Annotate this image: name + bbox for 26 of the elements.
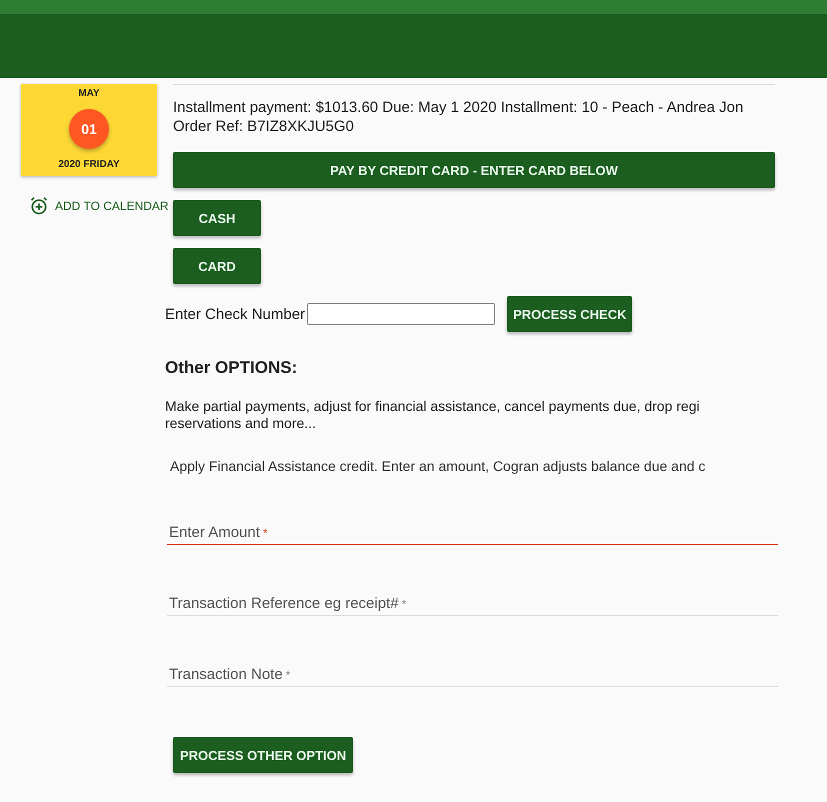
- text-field[interactable]: Transaction Note *: [167, 666, 778, 687]
- payment-method-button[interactable]: CARD: [173, 248, 261, 284]
- pay-by-credit-card-button[interactable]: PAY BY CREDIT CARD - ENTER CARD BELOW: [173, 152, 775, 188]
- installment-text: Installment payment: $1013.60 Due: May 1 2020 Installment: 10 - Peach - Andrea Jon: [173, 98, 744, 117]
- month-label: MAY: [78, 88, 100, 99]
- text-field[interactable]: Transaction Reference eg receipt# *: [167, 595, 778, 616]
- field-placeholder: Enter Amount: [169, 524, 260, 541]
- add-to-calendar-link[interactable]: ADD TO CALENDAR: [29, 196, 173, 216]
- alarm-plus-icon: [29, 196, 49, 216]
- check-number-label: Enter Check Number: [165, 304, 306, 324]
- field-placeholder: Transaction Note: [169, 666, 283, 683]
- required-asterisk: *: [402, 597, 406, 611]
- payment-method-button[interactable]: CASH: [173, 200, 261, 236]
- process-check-button[interactable]: PROCESS CHECK: [507, 296, 632, 332]
- option-description: Apply Financial Assistance credit. Enter an amount, Cogran adjusts balance due and c: [170, 458, 706, 474]
- other-options-heading: Other OPTIONS:: [165, 358, 298, 378]
- required-asterisk: *: [262, 526, 268, 540]
- process-other-option-button[interactable]: PROCESS OTHER OPTION: [173, 737, 354, 773]
- day-badge: 01: [69, 109, 109, 149]
- text-field[interactable]: Enter Amount *: [167, 524, 778, 545]
- check-number-field[interactable]: [307, 303, 496, 325]
- other-options-description: Make partial payments, adjust for financial assistance, cancel payments due, drop regi reservations and more...: [165, 398, 701, 432]
- order-ref-text: Order Ref: B7IZ8XKJU5G0: [173, 117, 355, 136]
- field-placeholder: Transaction Reference eg receipt#: [169, 595, 399, 612]
- required-asterisk: *: [286, 668, 290, 682]
- year-weekday-label: 2020 FRIDAY: [58, 159, 120, 170]
